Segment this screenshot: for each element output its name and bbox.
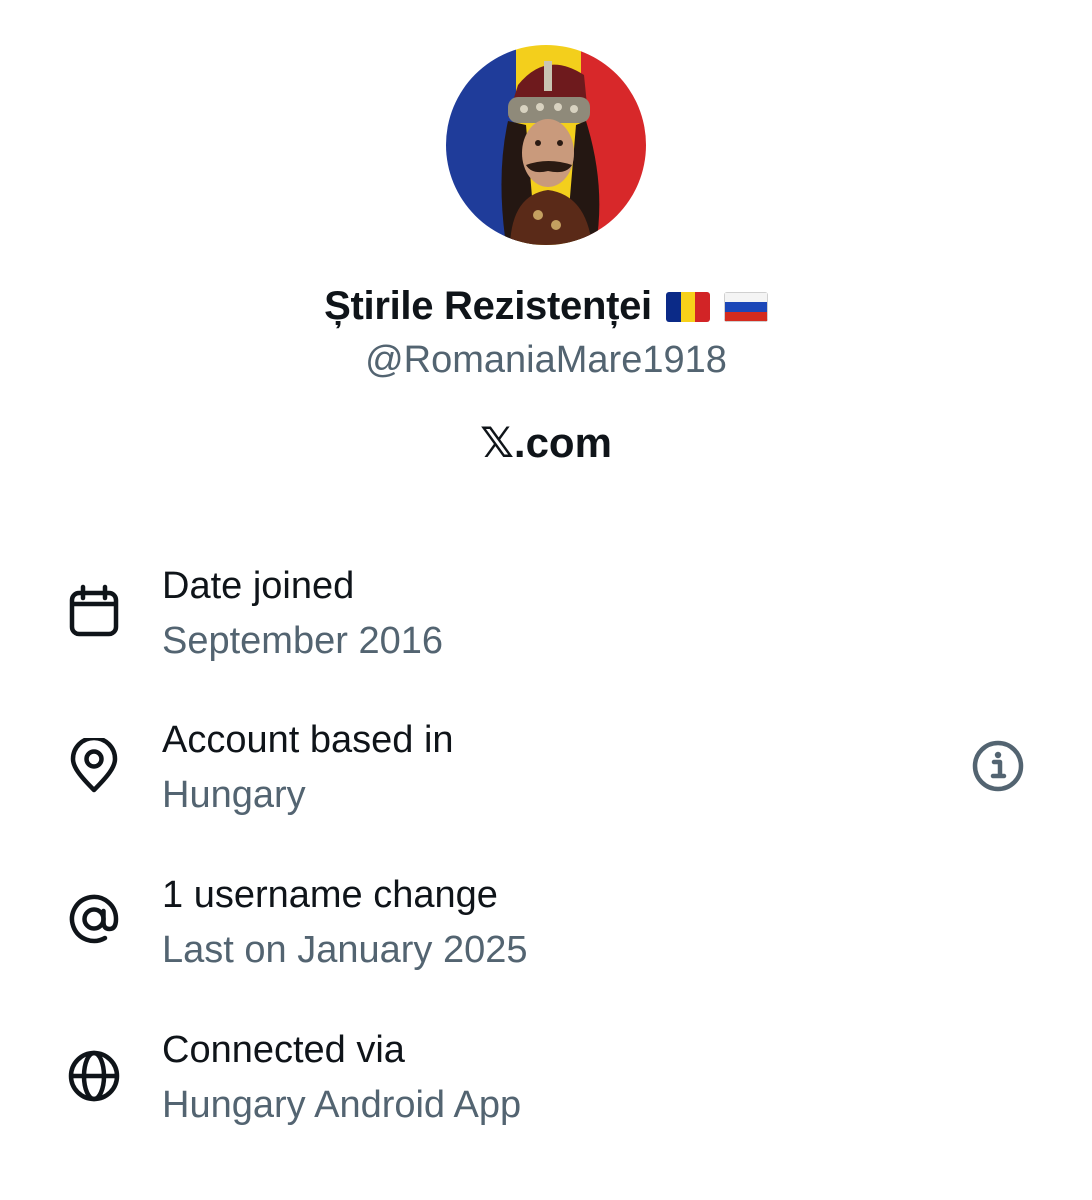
username-handle: @RomaniaMare1918 [365, 339, 727, 381]
globe-icon [66, 1048, 122, 1104]
detail-row-connected-via: Connected via Hungary Android App [0, 1026, 1092, 1146]
display-name-row: Știrile Rezistenței [0, 282, 1092, 330]
detail-row-username-change: 1 username change Last on January 2025 [0, 871, 1092, 991]
avatar-portrait-image [446, 45, 646, 245]
profile-avatar[interactable] [446, 45, 646, 245]
detail-title: Connected via [162, 1029, 405, 1071]
detail-value: Last on January 2025 [162, 929, 528, 971]
info-icon[interactable] [970, 738, 1026, 794]
detail-value: Hungary [162, 774, 306, 816]
location-pin-icon [66, 738, 122, 794]
detail-title: 1 username change [162, 874, 498, 916]
calendar-icon [66, 584, 122, 640]
at-sign-icon [66, 891, 122, 947]
display-name: Știrile Rezistenței [324, 284, 652, 328]
detail-row-account-based-in: Account based in Hungary [0, 716, 1092, 836]
russia-flag-icon [723, 292, 768, 322]
detail-title: Account based in [162, 719, 454, 761]
detail-value: September 2016 [162, 620, 443, 662]
x-com-label: 𝕏.com [480, 419, 612, 466]
romania-flag-icon [665, 292, 710, 322]
detail-value: Hungary Android App [162, 1084, 522, 1126]
detail-title: Date joined [162, 565, 355, 607]
detail-row-date-joined: Date joined September 2016 [0, 562, 1092, 682]
